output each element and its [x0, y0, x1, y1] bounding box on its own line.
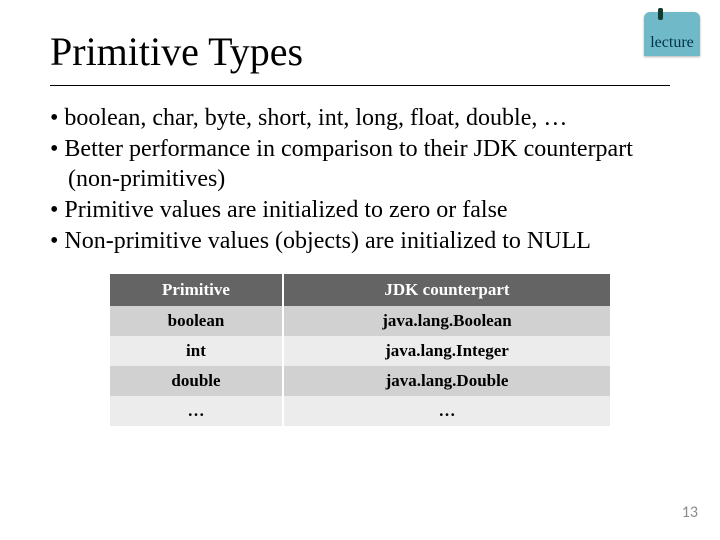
badge-text: lecture	[650, 34, 694, 52]
table-row: double java.lang.Double	[110, 366, 610, 396]
bullet-item: Better performance in comparison to thei…	[50, 135, 670, 194]
table-row: boolean java.lang.Boolean	[110, 306, 610, 336]
table-row: int java.lang.Integer	[110, 336, 610, 366]
table-header-row: Primitive JDK counterpart	[110, 274, 610, 306]
table-cell: boolean	[110, 306, 283, 336]
table-cell: …	[283, 396, 610, 426]
table-header: JDK counterpart	[283, 274, 610, 306]
table-header: Primitive	[110, 274, 283, 306]
page-number: 13	[682, 503, 698, 522]
table-cell: java.lang.Boolean	[283, 306, 610, 336]
bullet-item: Non-primitive values (objects) are initi…	[50, 227, 670, 256]
primitive-table: Primitive JDK counterpart boolean java.l…	[110, 274, 610, 426]
table-row: … …	[110, 396, 610, 426]
badge-pin	[658, 8, 663, 20]
table-cell: …	[110, 396, 283, 426]
title-rule	[50, 85, 670, 86]
lecture-badge: lecture	[644, 12, 700, 56]
bullet-item: Primitive values are initialized to zero…	[50, 196, 670, 225]
bullet-list: boolean, char, byte, short, int, long, f…	[50, 104, 670, 256]
table-cell: java.lang.Integer	[283, 336, 610, 366]
slide-title: Primitive Types	[50, 28, 670, 75]
table-cell: int	[110, 336, 283, 366]
table-cell: java.lang.Double	[283, 366, 610, 396]
table-cell: double	[110, 366, 283, 396]
bullet-item: boolean, char, byte, short, int, long, f…	[50, 104, 670, 133]
